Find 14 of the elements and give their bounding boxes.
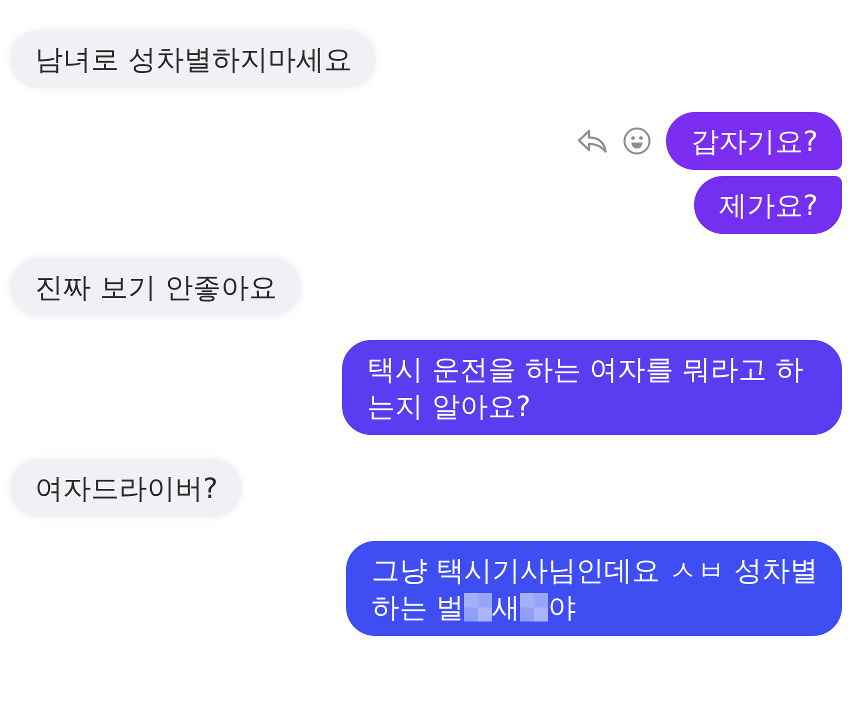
message-bubble: 남녀로 성차별하지마세요	[10, 30, 376, 88]
message-bubble: 갑자기요?	[666, 112, 842, 170]
message-bubble: 여자드라이버?	[10, 459, 242, 517]
message-bubble: 제가요?	[694, 176, 842, 234]
message-bubble: 택시 운전을 하는 여자를 뭐라고 하는지 알아요?	[342, 340, 842, 435]
smiley-icon[interactable]	[623, 127, 652, 155]
message-text: 하는 벌	[371, 590, 464, 626]
pixelated-blur	[520, 592, 548, 622]
message-text: 그냥 택시기사님인데요 ㅅㅂ 성차별	[371, 552, 818, 588]
reply-arrow-icon[interactable]	[576, 128, 608, 154]
pixelated-blur	[464, 592, 492, 622]
message-text: 야	[548, 590, 576, 626]
message-bubble: 진짜 보기 안좋아요	[10, 258, 301, 316]
message-text: 새	[492, 590, 520, 626]
